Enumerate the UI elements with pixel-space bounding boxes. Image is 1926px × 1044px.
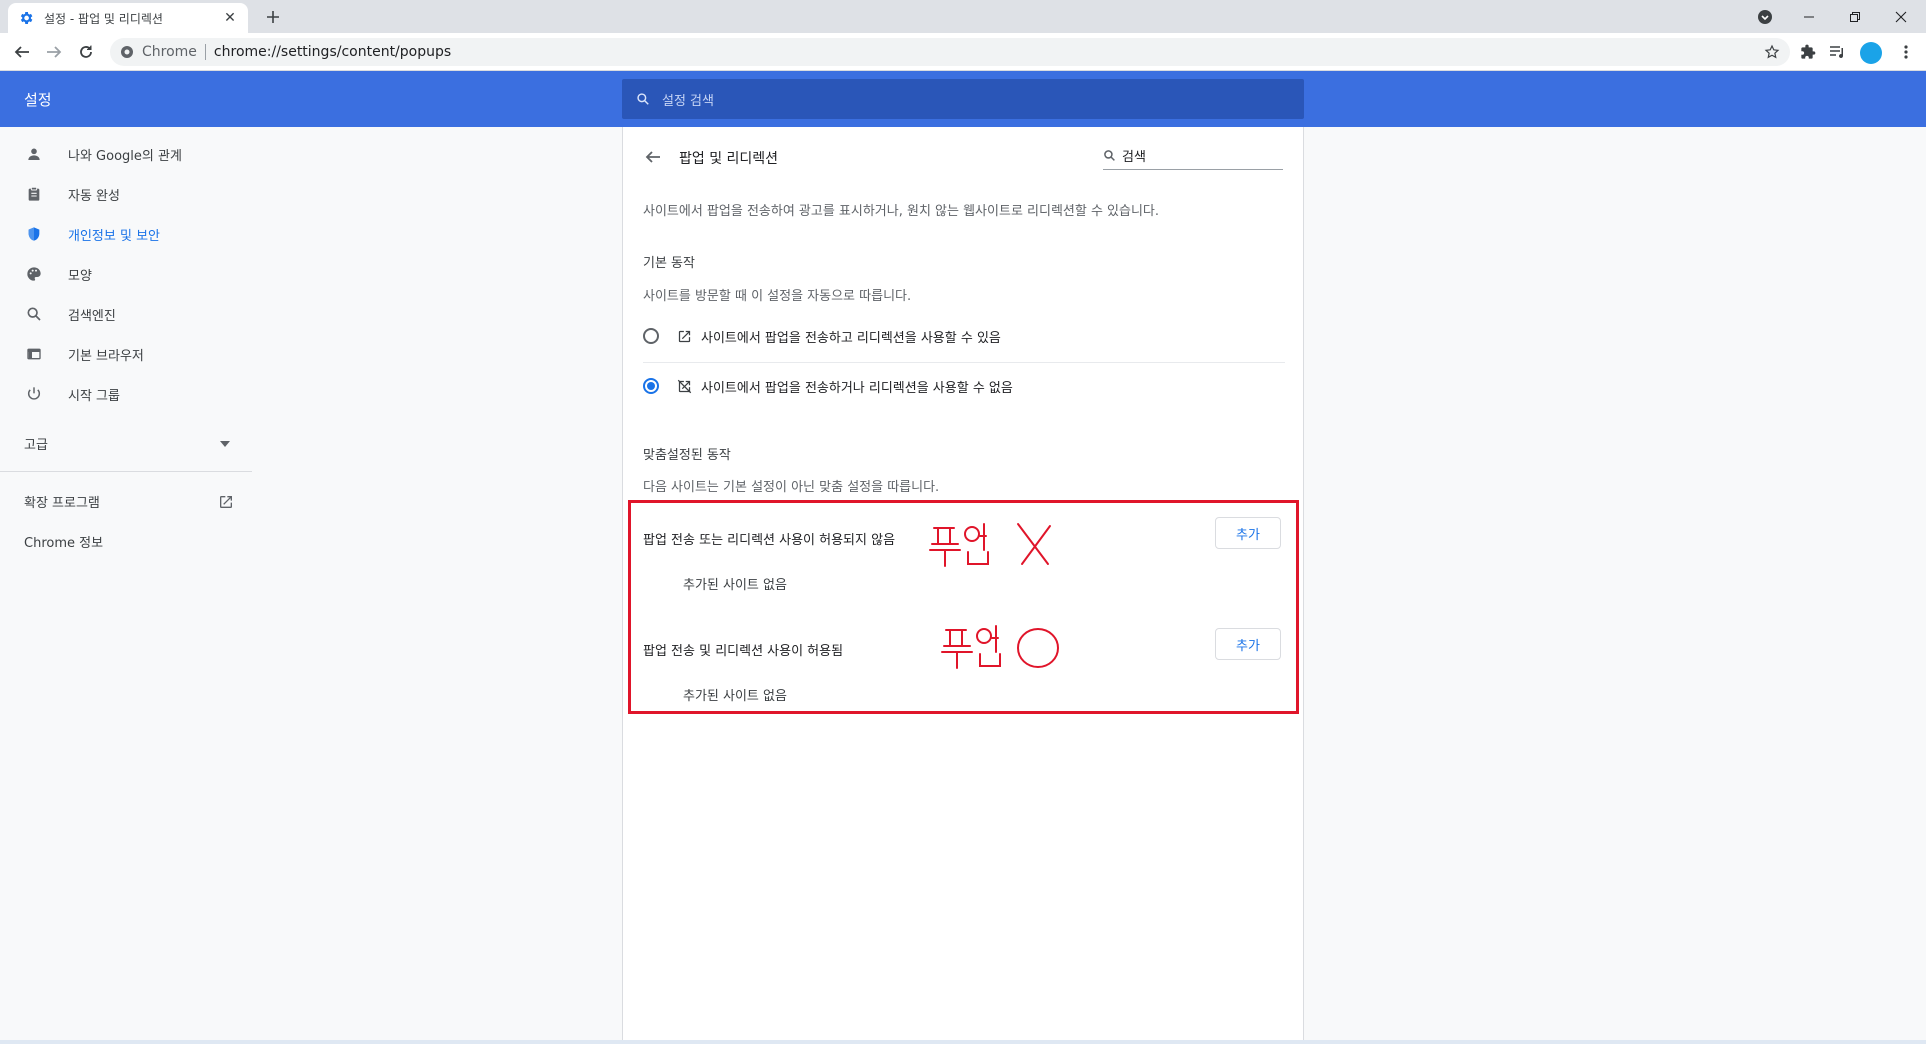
window-bottom-edge — [0, 1040, 1926, 1044]
sidebar-item-autofill[interactable]: 자동 완성 — [0, 174, 252, 214]
tab-close-icon[interactable]: ✕ — [222, 10, 238, 26]
clipboard-icon — [24, 184, 44, 204]
default-behavior-heading: 기본 동작 — [643, 256, 695, 271]
shield-icon — [24, 224, 44, 244]
option-block-popups[interactable]: 사이트에서 팝업을 전송하거나 리디렉션을 사용할 수 없음 — [643, 362, 1285, 410]
omnibox-origin: Chrome — [142, 44, 197, 60]
sidebar-item-label: 기본 브라우저 — [68, 348, 144, 364]
browser-toolbar: Chrome chrome://settings/content/popups — [0, 33, 1926, 71]
page-search-value: 검색 — [1122, 150, 1146, 165]
reload-button[interactable] — [74, 40, 98, 64]
page-description: 사이트에서 팝업을 전송하여 광고를 표시하거나, 원치 않는 웹사이트로 리디… — [643, 204, 1160, 219]
sidebar-divider — [0, 471, 252, 472]
browser-icon — [24, 344, 44, 364]
sidebar-item-label: 모양 — [68, 268, 92, 284]
annotation-box — [628, 500, 1299, 714]
sidebar-item-you-and-google[interactable]: 나와 Google의 관계 — [0, 134, 252, 174]
reload-icon — [80, 45, 92, 58]
option-allow-label: 사이트에서 팝업을 전송하고 리디렉션을 사용할 수 있음 — [701, 330, 1001, 346]
gear-icon — [18, 10, 34, 26]
sidebar-item-search-engine[interactable]: 검색엔진 — [0, 294, 252, 334]
custom-behavior-heading: 맞춤설정된 동작 — [643, 448, 731, 463]
minimize-button[interactable] — [1786, 0, 1832, 33]
caret-down-icon — [220, 440, 230, 447]
reading-list-button[interactable] — [1826, 40, 1850, 64]
menu-button[interactable] — [1894, 40, 1918, 64]
sidebar-item-label: 개인정보 및 보안 — [68, 228, 160, 244]
search-placeholder: 설정 검색 — [662, 93, 714, 109]
sidebar-item-label: 자동 완성 — [68, 188, 120, 204]
omnibox-url: chrome://settings/content/popups — [213, 44, 452, 60]
extensions-button[interactable] — [1796, 40, 1820, 64]
person-icon — [24, 144, 44, 164]
search-icon — [24, 304, 44, 324]
chevron-down-circle-icon — [1758, 9, 1772, 24]
sidebar-item-on-startup[interactable]: 시작 그룹 — [0, 374, 252, 414]
back-button[interactable] — [10, 40, 34, 64]
restore-icon — [1850, 11, 1860, 22]
default-behavior-description: 사이트를 방문할 때 이 설정을 자동으로 따릅니다. — [643, 289, 912, 304]
sidebar-item-default-browser[interactable]: 기본 브라우저 — [0, 334, 252, 374]
sidebar: 나와 Google의 관계 자동 완성 개인정보 및 보안 모양 검색엔진 기본… — [0, 127, 252, 1044]
sidebar-about-label: Chrome 정보 — [24, 536, 104, 551]
restore-button[interactable] — [1832, 0, 1878, 33]
page-search-input[interactable]: 검색 — [1103, 142, 1283, 170]
popup-blocked-icon — [675, 377, 693, 395]
settings-header: 설정 설정 검색 — [0, 71, 1926, 127]
puzzle-icon — [1801, 44, 1816, 59]
search-icon — [637, 93, 649, 105]
open-in-new-icon — [220, 495, 232, 508]
arrow-left-icon — [14, 46, 29, 58]
sidebar-item-label: 시작 그룹 — [68, 388, 120, 404]
minimize-icon — [1804, 16, 1814, 17]
search-icon — [1104, 150, 1115, 161]
playlist-icon — [1830, 46, 1844, 59]
page-back-button[interactable] — [641, 145, 665, 169]
header-title: 설정 — [24, 91, 52, 109]
open-in-new-icon — [675, 327, 693, 345]
palette-icon — [24, 264, 44, 284]
arrow-left-icon — [645, 151, 660, 163]
close-icon — [1895, 11, 1907, 22]
address-bar[interactable]: Chrome chrome://settings/content/popups — [110, 38, 1790, 66]
bookmark-star-icon[interactable] — [1762, 42, 1782, 62]
sidebar-item-appearance[interactable]: 모양 — [0, 254, 252, 294]
tab-settings[interactable]: 설정 - 팝업 및 리디렉션 ✕ — [8, 3, 248, 33]
sidebar-extensions-link[interactable]: 확장 프로그램 — [24, 492, 234, 511]
sidebar-advanced-label: 고급 — [24, 438, 48, 453]
radio-allow[interactable] — [643, 328, 659, 344]
more-vert-icon — [1904, 45, 1908, 59]
power-icon — [24, 384, 44, 404]
option-block-label: 사이트에서 팝업을 전송하거나 리디렉션을 사용할 수 없음 — [701, 380, 1013, 396]
forward-button[interactable] — [42, 40, 66, 64]
sidebar-extensions-label: 확장 프로그램 — [24, 496, 100, 511]
option-allow-popups[interactable]: 사이트에서 팝업을 전송하고 리디렉션을 사용할 수 있음 — [643, 312, 1285, 360]
plus-icon — [267, 11, 279, 23]
new-tab-button[interactable] — [262, 6, 284, 28]
tab-title: 설정 - 팝업 및 리디렉션 — [44, 11, 163, 26]
sidebar-item-label: 검색엔진 — [68, 308, 116, 324]
profile-avatar[interactable] — [1860, 42, 1882, 64]
radio-block[interactable] — [643, 378, 659, 394]
settings-search-input[interactable]: 설정 검색 — [622, 79, 1304, 119]
custom-behavior-description: 다음 사이트는 기본 설정이 아닌 맞춤 설정을 따릅니다. — [643, 480, 940, 495]
sidebar-item-privacy-security[interactable]: 개인정보 및 보안 — [0, 214, 252, 254]
omnibox-separator — [204, 44, 206, 60]
sidebar-advanced[interactable]: 고급 — [24, 434, 230, 453]
tab-search-button[interactable] — [1742, 0, 1788, 33]
sidebar-item-label: 나와 Google의 관계 — [68, 148, 182, 164]
tab-strip: 설정 - 팝업 및 리디렉션 ✕ — [0, 0, 1926, 33]
page-title: 팝업 및 리디렉션 — [679, 151, 779, 167]
sidebar-about-chrome[interactable]: Chrome 정보 — [24, 532, 103, 551]
chrome-icon — [121, 46, 133, 58]
arrow-right-icon — [47, 46, 62, 58]
close-window-button[interactable] — [1878, 0, 1924, 33]
